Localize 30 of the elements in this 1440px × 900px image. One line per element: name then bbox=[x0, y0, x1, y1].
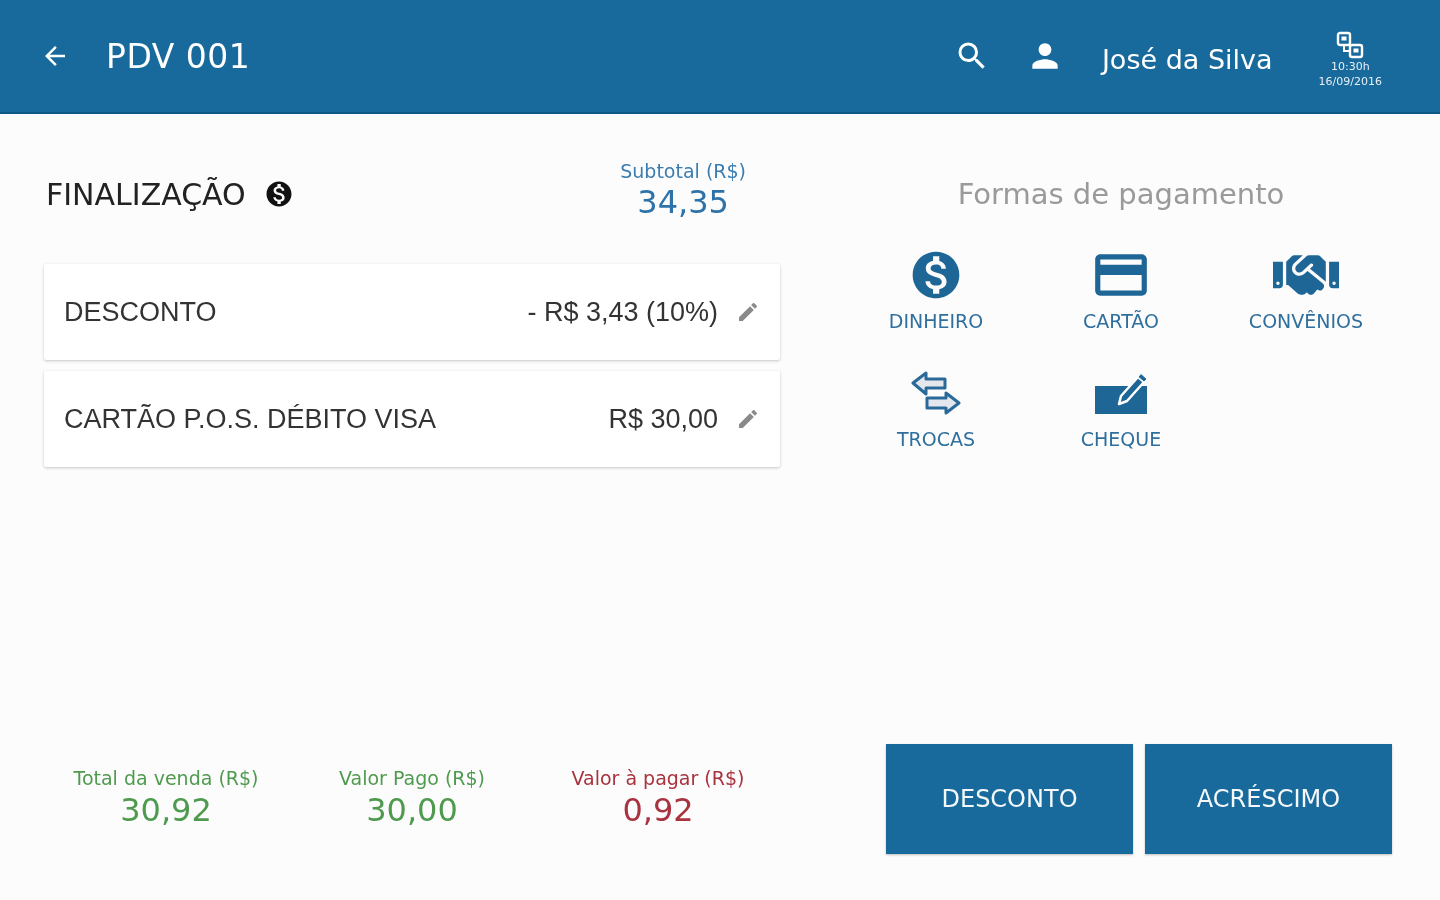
payment-method-button[interactable]: TROCAS bbox=[843, 368, 1029, 472]
payment-method-button[interactable]: CARTÃO bbox=[1028, 250, 1214, 354]
subtotal-value: 34,35 bbox=[637, 182, 729, 222]
screen-title: PDV 001 bbox=[106, 36, 251, 76]
total-value: 30,00 bbox=[366, 790, 458, 831]
edit-button[interactable] bbox=[736, 300, 760, 324]
section-title: FINALIZAÇÃO bbox=[46, 176, 246, 212]
entry-label: CARTÃO P.O.S. DÉBITO VISA bbox=[64, 403, 438, 435]
swap-arrows-icon bbox=[911, 371, 961, 415]
entry-amount: - R$ 3,43 (10%) bbox=[527, 296, 718, 328]
payment-method-button[interactable]: DINHEIRO bbox=[843, 250, 1029, 354]
total-label: Valor à pagar (R$) bbox=[571, 767, 745, 789]
action-button[interactable]: DESCONTO bbox=[886, 744, 1133, 854]
check-pen-icon bbox=[1095, 372, 1147, 414]
payment-method-button[interactable]: CHEQUE bbox=[1028, 368, 1214, 472]
payment-methods-title: Formas de pagamento bbox=[957, 176, 1285, 213]
clock-time: 10:30h bbox=[1330, 59, 1370, 74]
network-icon bbox=[1336, 31, 1365, 59]
total-label: Total da venda (R$) bbox=[73, 767, 259, 789]
payment-method-button[interactable]: CONVÊNIOS bbox=[1213, 250, 1399, 354]
total-value: 0,92 bbox=[622, 790, 694, 831]
total-label: Valor Pago (R$) bbox=[339, 767, 485, 789]
edit-button[interactable] bbox=[736, 407, 760, 431]
action-button[interactable]: ACRÉSCIMO bbox=[1145, 744, 1392, 854]
total-value: 30,92 bbox=[120, 790, 212, 831]
user-name: José da Silva bbox=[1101, 43, 1273, 75]
subtotal-label: Subtotal (R$) bbox=[620, 160, 746, 182]
entry-label: DESCONTO bbox=[64, 296, 218, 328]
clock-date: 16/09/2016 bbox=[1318, 74, 1382, 89]
entry-amount: R$ 30,00 bbox=[608, 403, 718, 435]
